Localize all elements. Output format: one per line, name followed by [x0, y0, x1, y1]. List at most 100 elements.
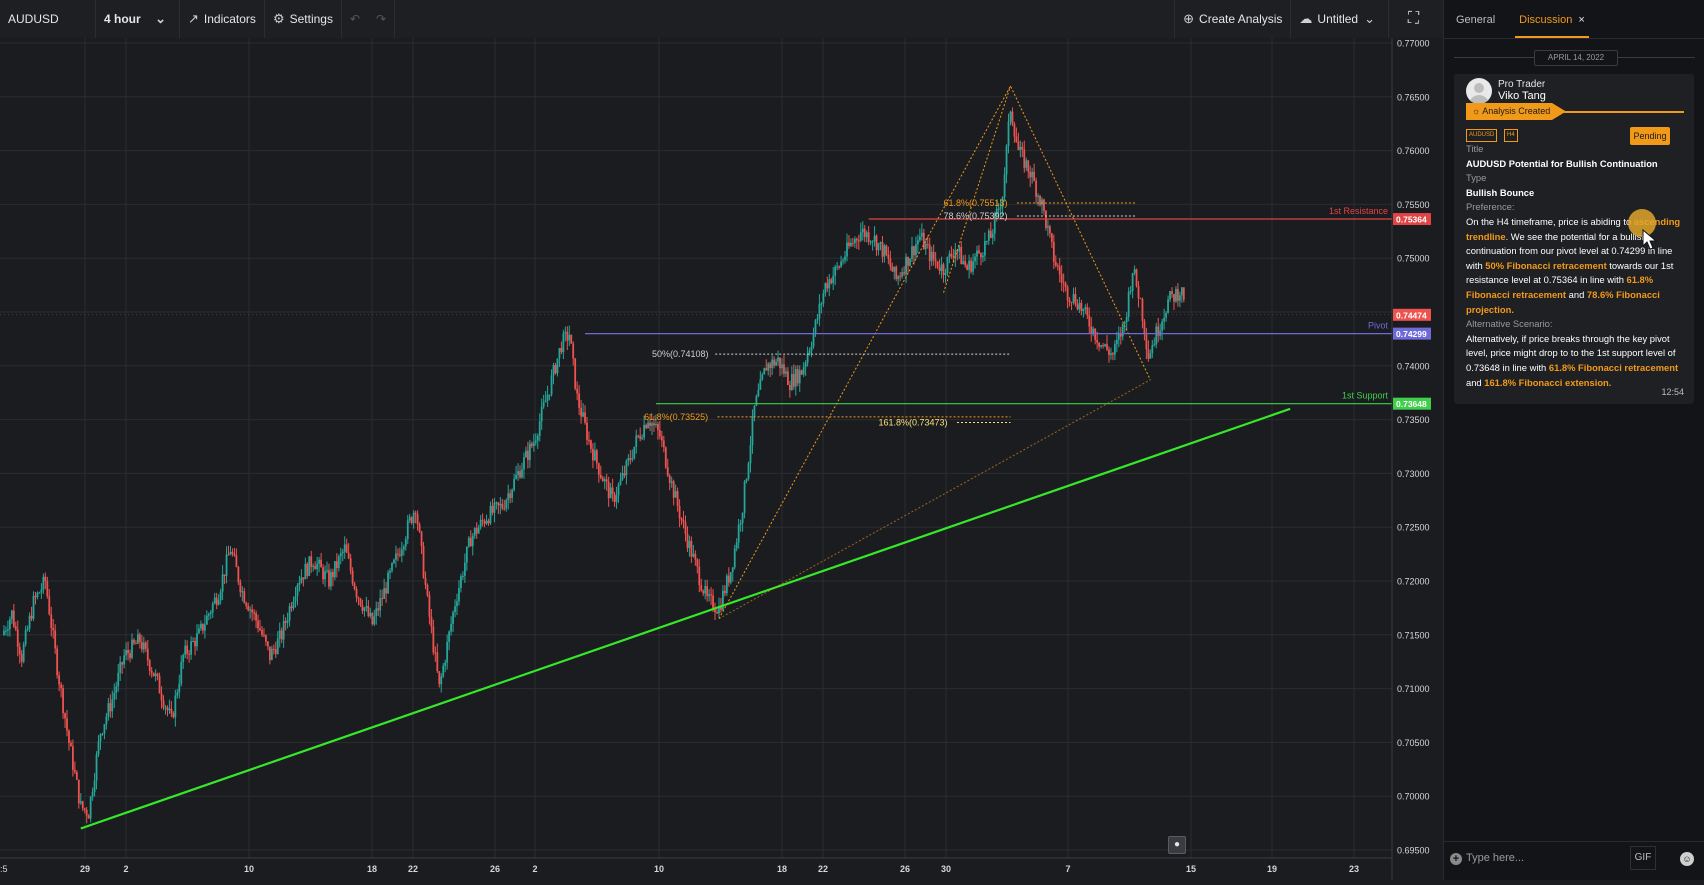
gear-icon: ⚙ — [272, 11, 285, 26]
candle-body — [729, 572, 732, 583]
candle-body — [1037, 195, 1039, 197]
layout-selector[interactable]: ☁ Untitled ⌄ — [1291, 0, 1389, 38]
candle-body — [135, 643, 137, 645]
settings-button[interactable]: ⚙ Settings — [265, 0, 342, 38]
candle-body — [627, 458, 630, 462]
candle-body — [670, 481, 673, 483]
candle-body — [406, 520, 409, 540]
candle-body — [416, 514, 419, 525]
time-tick-label: 22 — [818, 864, 828, 874]
candle-body — [881, 242, 884, 257]
candle-body — [101, 733, 104, 735]
candle-body — [495, 502, 498, 504]
candle-body — [1031, 171, 1034, 178]
candle-body — [987, 230, 990, 241]
candle-body — [424, 577, 427, 586]
candle-body — [538, 421, 541, 436]
candle-body — [1062, 282, 1065, 284]
fullscreen-button[interactable]: ⛶ — [1389, 0, 1443, 38]
candle-body — [609, 487, 612, 499]
candle-body — [592, 448, 594, 461]
candle-body — [586, 422, 588, 441]
candle-body — [18, 646, 21, 655]
candle-body — [1169, 291, 1171, 300]
candle-body — [499, 503, 502, 506]
price-chart[interactable]: 1st Resistance Pivot 1st Support 61.8%(0.75… — [0, 38, 1443, 880]
candle-body — [773, 359, 776, 366]
candle-body — [658, 430, 661, 437]
candle-body — [471, 535, 474, 547]
undo-button[interactable]: ↶ — [342, 0, 368, 38]
candle-body — [536, 435, 539, 441]
candle-body — [54, 630, 57, 649]
candle-body — [286, 620, 289, 623]
candle-body — [166, 707, 169, 711]
tab-discussion[interactable]: Discussion × — [1515, 14, 1589, 38]
price-tick-label: 0.75500 — [1397, 200, 1430, 210]
symbol-selector[interactable]: AUDUSD — [0, 0, 96, 38]
candle-body — [708, 594, 711, 597]
candle-body — [485, 520, 488, 524]
candle-body — [257, 620, 259, 629]
author-name: Viko Tang — [1498, 90, 1546, 102]
candle-body — [625, 461, 628, 476]
emoji-icon[interactable]: ☺ — [1680, 852, 1694, 866]
candle-body — [119, 662, 122, 673]
fib-projection-path — [718, 379, 1151, 620]
candle-body — [891, 266, 894, 272]
candle-body — [952, 256, 955, 258]
candle-body — [593, 450, 596, 461]
attach-plus-icon[interactable]: + — [1450, 853, 1462, 865]
symbol-label: AUDUSD — [8, 12, 59, 26]
candle-body — [1175, 288, 1177, 302]
redo-button[interactable]: ↷ — [368, 0, 396, 38]
candle-body — [1015, 136, 1018, 142]
candle-body — [584, 412, 586, 423]
indicators-button[interactable]: ↗ Indicators — [180, 0, 265, 38]
candle-body — [861, 228, 864, 233]
candle-body — [641, 437, 644, 439]
tab-general[interactable]: General — [1456, 14, 1505, 38]
candle-body — [148, 660, 151, 671]
candle-body — [588, 440, 590, 442]
candle-body — [657, 423, 659, 431]
candle-body — [682, 520, 685, 523]
message-input[interactable]: Type here... — [1466, 852, 1524, 864]
candle-body — [690, 540, 693, 557]
layout-label: Untitled — [1317, 12, 1359, 26]
tab-general-label: General — [1456, 14, 1496, 26]
candle-body — [1039, 195, 1041, 205]
candle-body — [905, 256, 907, 274]
chart-canvas[interactable]: 1st Resistance Pivot 1st Support 61.8%(0.75… — [0, 38, 1443, 880]
candle-body — [836, 266, 839, 268]
gif-button[interactable]: GIF — [1630, 846, 1656, 870]
candle-body — [270, 648, 273, 661]
fib-label: 50%(0.74108) — [652, 349, 709, 359]
lightbulb-icon: ☼ — [1472, 106, 1483, 116]
candle-body — [377, 608, 380, 611]
candle-body — [229, 551, 232, 555]
timeframe-selector[interactable]: 4 hour ⌄ — [96, 0, 180, 38]
candle-body — [314, 566, 317, 570]
candle-body — [265, 635, 267, 642]
candle-body — [1078, 302, 1081, 310]
candle-body — [245, 602, 248, 606]
candle-body — [848, 242, 850, 246]
candle-body — [77, 779, 80, 804]
candle-body — [1092, 328, 1095, 334]
lightbulb-icon[interactable]: ● — [1168, 836, 1186, 854]
candle-body — [676, 491, 679, 507]
candle-body — [796, 369, 799, 384]
candle-body — [639, 435, 642, 439]
close-icon[interactable]: × — [1578, 14, 1584, 26]
candle-body — [1155, 326, 1158, 345]
candle-body — [576, 388, 579, 394]
candle-body — [326, 570, 328, 572]
create-analysis-button[interactable]: ⊕ Create Analysis — [1174, 0, 1292, 38]
time-tick-label: 22 — [408, 864, 418, 874]
candle-body — [385, 588, 387, 594]
candle-body — [1052, 241, 1055, 262]
candle-body — [1074, 294, 1077, 305]
candle-body — [1041, 199, 1043, 205]
candle-body — [607, 481, 610, 499]
